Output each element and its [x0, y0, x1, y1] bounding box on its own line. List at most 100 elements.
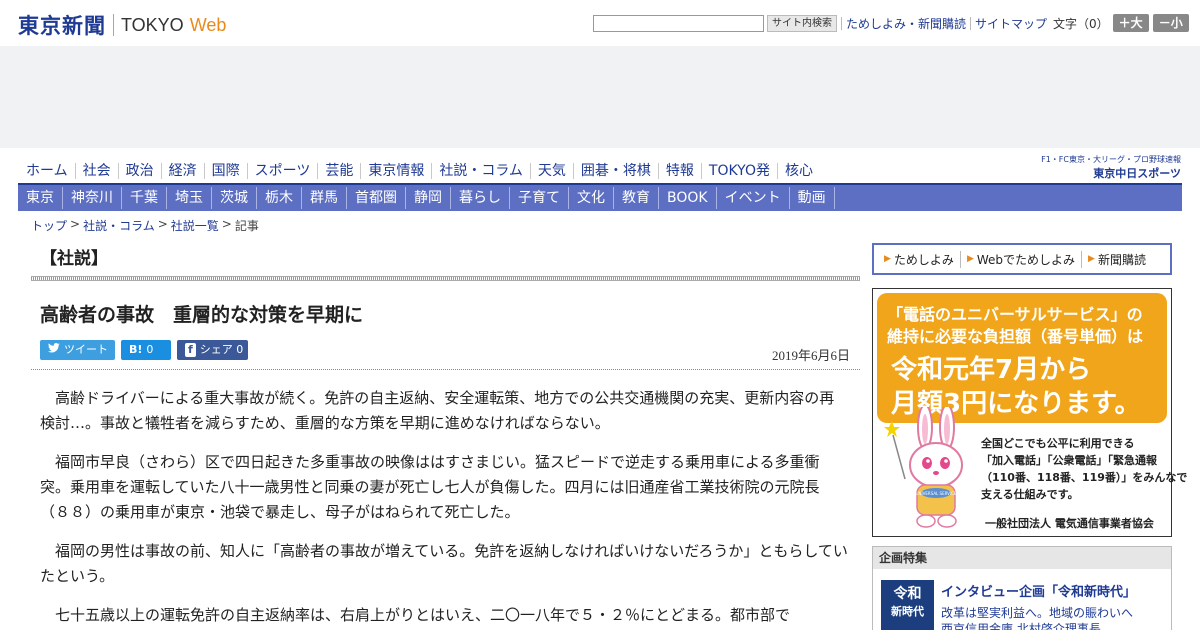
- ad-body-line: 支える仕組みです。: [981, 488, 1079, 501]
- article-header-divider: [31, 369, 860, 370]
- feature-box-heading: 企画特集: [873, 547, 1171, 569]
- facebook-icon: f: [185, 343, 196, 357]
- site-search-input[interactable]: [593, 14, 764, 32]
- feature-box: 企画特集 令和 新時代 インタビュー企画「令和新時代」 改革は堅実利益へ。地域の…: [872, 546, 1172, 630]
- article-date: 2019年6月6日: [771, 348, 850, 363]
- tweet-button[interactable]: ツイート: [40, 340, 115, 360]
- breadcrumb-editorial-column[interactable]: 社説・コラム: [83, 217, 155, 234]
- site-logo[interactable]: 東京新聞 TOKYO Web: [18, 10, 226, 40]
- sports-logo-name: 東京中日スポーツ: [1093, 167, 1181, 180]
- nav-item-kakushin[interactable]: 核心: [776, 163, 820, 179]
- ad-headline-line: 維持に必要な負担額（番号単価）は: [887, 327, 1144, 346]
- logo-web: Web: [189, 14, 227, 35]
- nav-item-international[interactable]: 国際: [203, 163, 247, 179]
- subnav-item-gunma[interactable]: 群馬: [302, 187, 347, 209]
- feature-title-link[interactable]: インタビュー企画「令和新時代」: [941, 581, 1136, 600]
- tweet-label: ツイート: [64, 343, 108, 356]
- article-paragraph: 福岡の男性は事故の前、知人に「高齢者の事故が増えている。免許を返納しなければいけ…: [40, 542, 848, 585]
- web-trial-read-link[interactable]: ▶ Webでためしよみ: [959, 250, 1081, 268]
- utility-bar: サイト内検索 ためしよみ・新聞購読 サイトマップ 文字（0） ＋大 －小: [593, 14, 1189, 32]
- breadcrumb-separator: >: [157, 217, 168, 231]
- subnav-item-tokyo[interactable]: 東京: [18, 187, 63, 209]
- reiwa-feature-thumbnail[interactable]: 令和 新時代: [881, 580, 934, 630]
- subnav-item-shizuoka[interactable]: 静岡: [406, 187, 451, 209]
- subnav-item-parenting[interactable]: 子育て: [510, 187, 569, 209]
- web-trial-read-label: Webでためしよみ: [976, 252, 1076, 267]
- subnav-item-saitama[interactable]: 埼玉: [167, 187, 212, 209]
- breadcrumb-separator: >: [70, 217, 81, 231]
- thumbnail-text-bottom: 新時代: [891, 605, 924, 618]
- font-smaller-button[interactable]: －小: [1152, 14, 1189, 32]
- nav-item-igo-shogi[interactable]: 囲碁・将棋: [572, 163, 658, 179]
- subnav-item-tochigi[interactable]: 栃木: [257, 187, 302, 209]
- hatena-bookmark-icon: B!: [129, 343, 143, 356]
- feature-summary-line: 改革は堅実利益へ。地域の賑わいへ: [941, 606, 1134, 620]
- top-ad-area: [0, 46, 1200, 148]
- article-title: 高齢者の事故 重層的な対策を早期に: [40, 304, 364, 326]
- article-paragraph: 高齢ドライバーによる重大事故が続く。免許の自主返納、安全運転策、地方での公共交通…: [40, 389, 835, 432]
- chunichi-sports-logo[interactable]: F1・FC東京・大リーグ・プロ野球速報 東京中日スポーツ: [1025, 154, 1181, 181]
- arrow-right-icon: ▶: [1088, 254, 1095, 264]
- subnav-item-book[interactable]: BOOK: [659, 187, 717, 209]
- section-heading: 【社説】: [40, 249, 108, 269]
- feature-summary-line: 西京信用金庫 北村啓介理事長: [941, 622, 1101, 630]
- utility-divider: [970, 16, 972, 30]
- nav-item-sports[interactable]: スポーツ: [246, 163, 318, 179]
- nav-item-weather[interactable]: 天気: [529, 163, 573, 179]
- share-buttons: ツイート B! 0 f シェア 0: [40, 340, 254, 360]
- trial-read-link[interactable]: ▶ ためしよみ: [878, 251, 960, 268]
- ad-body-line: 全国どこでも公平に利用できる: [981, 437, 1135, 450]
- subscribe-label: 新聞購読: [1097, 252, 1146, 267]
- utility-divider: [841, 16, 842, 30]
- arrow-right-icon: ▶: [884, 254, 891, 264]
- logo-japanese: 東京新聞: [18, 14, 106, 38]
- subnav-item-event[interactable]: イベント: [717, 187, 790, 209]
- main-navigation: ホーム 社会 政治 経済 国際 スポーツ 芸能 東京情報 社説・コラム 天気 囲…: [18, 160, 820, 182]
- twitter-bird-icon: [48, 340, 60, 360]
- subnav-item-living[interactable]: 暮らし: [451, 187, 510, 209]
- article-body: 高齢ドライバーによる重大事故が続く。免許の自主返納、安全運転策、地方での公共交通…: [40, 386, 848, 630]
- region-navigation: 東京 神奈川 千葉 埼玉 茨城 栃木 群馬 首都圏 静岡 暮らし 子育て 文化 …: [18, 185, 1182, 211]
- hatena-bookmark-button[interactable]: B! 0: [121, 340, 171, 360]
- arrow-right-icon: ▶: [966, 254, 974, 264]
- feature-summary-link[interactable]: 改革は堅実利益へ。地域の賑わいへ 西京信用金庫 北村啓介理事長: [941, 605, 1133, 630]
- subnav-item-culture[interactable]: 文化: [569, 187, 614, 209]
- universal-service-ad[interactable]: 「電話のユニバーサルサービス」の 維持に必要な負担額（番号単価）は 令和元年7月…: [872, 288, 1187, 537]
- trial-read-label: ためしよみ: [893, 252, 954, 267]
- logo-divider: [113, 14, 114, 36]
- subnav-item-ibaraki[interactable]: 茨城: [212, 187, 257, 209]
- ad-body-text: 全国どこでも公平に利用できる 「加入電話」「公衆電話」「緊急通報 （110番、1…: [981, 435, 1187, 503]
- subnav-item-education[interactable]: 教育: [614, 187, 659, 209]
- subnav-item-chiba[interactable]: 千葉: [122, 187, 167, 209]
- subscribe-link[interactable]: ▶ 新聞購読: [1081, 250, 1152, 268]
- nav-item-home[interactable]: ホーム: [18, 163, 75, 179]
- article-paragraph: 福岡市早良（さわら）区で四日起きた多重事故の映像ははすさまじい。猛スピードで逆走…: [40, 453, 820, 521]
- nav-item-entertainment[interactable]: 芸能: [317, 163, 360, 179]
- nav-item-politics[interactable]: 政治: [117, 163, 161, 179]
- trial-subscribe-link[interactable]: ためしよみ・新聞購読: [846, 15, 966, 32]
- subnav-item-video[interactable]: 動画: [790, 187, 835, 209]
- ad-organization: 一般社団法人 電気通信事業者協会: [985, 517, 1154, 530]
- breadcrumb-current: 記事: [234, 219, 259, 233]
- subnav-item-kanagawa[interactable]: 神奈川: [63, 187, 122, 209]
- ad-body-line: （110番、118番、119番）」をみんなで: [981, 471, 1188, 484]
- mascot-badge-text: UNIVERSAL SERVICE: [916, 491, 957, 496]
- nav-item-editorial-column[interactable]: 社説・コラム: [431, 163, 530, 179]
- breadcrumb-top[interactable]: トップ: [31, 217, 67, 234]
- breadcrumb-editorial-list[interactable]: 社説一覧: [171, 217, 219, 234]
- font-larger-button[interactable]: ＋大: [1112, 14, 1149, 32]
- ad-body-line: 「加入電話」「公衆電話」「緊急通報: [981, 454, 1157, 467]
- facebook-share-label: シェア 0: [199, 343, 244, 356]
- nav-item-tokyo-info[interactable]: 東京情報: [360, 163, 431, 179]
- ad-headline-line: 「電話のユニバーサルサービス」の: [887, 305, 1143, 324]
- nav-item-economy[interactable]: 経済: [160, 163, 204, 179]
- subscribe-links-box: ▶ ためしよみ ▶ Webでためしよみ ▶ 新聞購読: [872, 243, 1172, 275]
- facebook-share-button[interactable]: f シェア 0: [177, 340, 248, 360]
- nav-item-tokyo-hatsu[interactable]: TOKYO発: [700, 163, 777, 179]
- logo-english: TOKYO: [121, 14, 184, 35]
- sitemap-link[interactable]: サイトマップ: [975, 15, 1047, 32]
- subnav-item-shutoken[interactable]: 首都圏: [347, 187, 406, 209]
- site-search-button[interactable]: サイト内検索: [767, 14, 837, 32]
- nav-item-tokuho[interactable]: 特報: [657, 163, 701, 179]
- nav-item-society[interactable]: 社会: [74, 163, 118, 179]
